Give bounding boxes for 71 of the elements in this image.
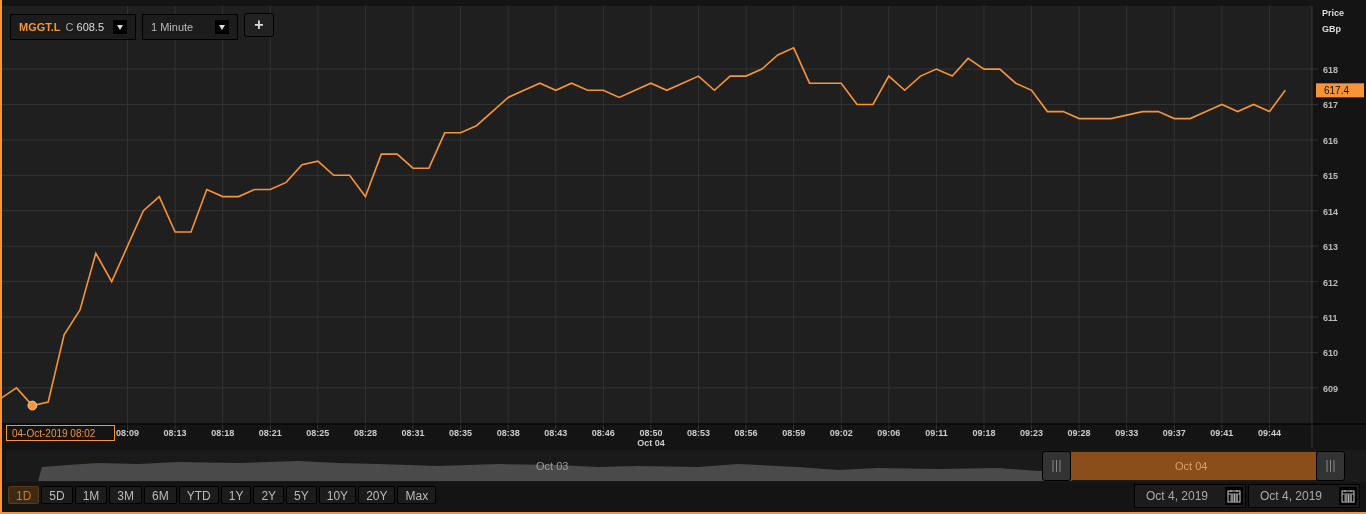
- x-axis-label: 08:50: [639, 428, 663, 438]
- x-axis-label: 09:44: [1257, 428, 1281, 438]
- crosshair-time-label: 04-Oct-2019 08:02: [6, 425, 115, 441]
- x-axis-label: 09:23: [1020, 428, 1044, 438]
- x-axis-label: 08:46: [591, 428, 615, 438]
- x-axis-label: 09:33: [1115, 428, 1139, 438]
- x-axis-label: 08:25: [306, 428, 330, 438]
- date-field[interactable]: Oct 4, 2019: [1248, 484, 1360, 508]
- x-axis-label: 08:31: [401, 428, 425, 438]
- navigator-label: Oct 03: [536, 459, 569, 474]
- x-axis-label: 08:59: [782, 428, 806, 438]
- calendar-icon: [1339, 487, 1357, 505]
- range-button[interactable]: 1D: [8, 486, 40, 504]
- caret-icon: [113, 20, 127, 34]
- day-label: Oct 04: [637, 438, 665, 448]
- x-axis-label: 08:38: [496, 428, 520, 438]
- x-axis-label: 08:28: [353, 428, 377, 438]
- y-axis-label: 609: [1323, 383, 1339, 394]
- x-axis-label: 09:18: [972, 428, 996, 438]
- y-axis-label: 616: [1323, 135, 1339, 146]
- add-button[interactable]: +: [244, 13, 274, 37]
- range-button[interactable]: 20Y: [358, 486, 396, 504]
- last-price-tag: 617.4: [1316, 83, 1364, 98]
- range-handle[interactable]: [1316, 451, 1345, 481]
- interval-label: 1 Minute: [151, 19, 194, 35]
- y-axis-label: 610: [1323, 348, 1339, 359]
- caret-icon: [215, 20, 229, 34]
- range-button[interactable]: 1M: [74, 486, 108, 504]
- x-axis-label: 08:13: [163, 428, 187, 438]
- x-axis-label: 08:18: [211, 428, 235, 438]
- range-button[interactable]: Max: [397, 486, 437, 504]
- x-axis-label: 09:06: [877, 428, 901, 438]
- calendar-icon: [1225, 487, 1243, 505]
- range-button[interactable]: 3M: [109, 486, 143, 504]
- y-axis-label: 612: [1323, 277, 1339, 288]
- range-button[interactable]: 10Y: [318, 486, 357, 504]
- range-handle[interactable]: [1042, 451, 1071, 481]
- x-axis-label: 09:41: [1210, 428, 1234, 438]
- x-axis-label: 09:11: [925, 428, 948, 438]
- x-axis-label: 08:21: [258, 428, 282, 438]
- y-axis-label: 615: [1323, 171, 1339, 182]
- axis-title: Price GBp: [1322, 7, 1346, 36]
- range-button[interactable]: 6M: [144, 486, 177, 504]
- symbol-label: MGGT.L: [19, 19, 61, 35]
- x-axis-label: 09:37: [1162, 428, 1186, 438]
- range-button[interactable]: YTD: [178, 486, 219, 504]
- grip-icon: [1052, 460, 1061, 472]
- price-type-label: C: [65, 19, 74, 35]
- x-axis-label: 08:35: [449, 428, 473, 438]
- x-axis-label: 09:28: [1067, 428, 1091, 438]
- y-axis-label: 611: [1323, 313, 1338, 323]
- y-axis-label: 617: [1323, 100, 1339, 111]
- navigator-label: Oct 04: [1175, 459, 1208, 474]
- range-button[interactable]: 5Y: [286, 486, 317, 504]
- x-axis-label: 08:09: [116, 428, 140, 438]
- x-axis-label: 09:02: [829, 428, 853, 438]
- symbol-selector[interactable]: MGGT.L C 608.5: [10, 14, 136, 40]
- range-button[interactable]: 5D: [41, 486, 73, 504]
- range-button[interactable]: 1Y: [220, 486, 252, 504]
- x-axis-label: 08:43: [544, 428, 568, 438]
- y-axis-label: 613: [1323, 242, 1339, 253]
- price-label: 608.5: [76, 19, 105, 35]
- x-axis-label: 08:53: [687, 428, 710, 438]
- crosshair-marker: [27, 400, 38, 411]
- interval-dropdown[interactable]: 1 Minute: [142, 14, 238, 40]
- y-axis-label: 614: [1323, 206, 1339, 217]
- date-field[interactable]: Oct 4, 2019: [1134, 484, 1246, 508]
- x-axis-label: 08:56: [734, 428, 758, 438]
- y-axis-label: 618: [1323, 65, 1339, 76]
- range-button[interactable]: 2Y: [253, 486, 285, 504]
- grip-icon: [1326, 460, 1335, 472]
